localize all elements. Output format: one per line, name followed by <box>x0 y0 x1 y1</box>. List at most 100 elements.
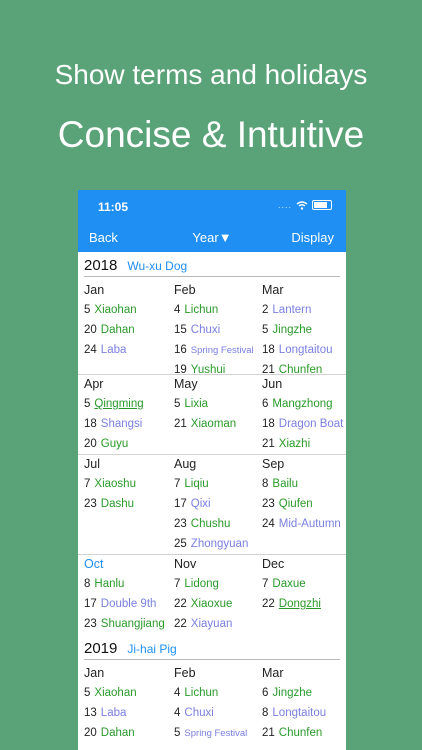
calendar-entry[interactable]: 23 Chushu <box>174 516 264 536</box>
calendar-entry[interactable]: 23 Dashu <box>84 496 174 516</box>
calendar-entry[interactable]: 15 Chuxi <box>174 322 264 342</box>
holiday-label: Zhongyuan <box>190 538 249 550</box>
calendar-entry[interactable]: 21 Xiazhi <box>262 436 346 456</box>
entry-day: 5 <box>84 304 91 316</box>
calendar-entry[interactable]: 4 Lichun <box>174 685 264 705</box>
calendar-entry[interactable]: 8 Hanlu <box>84 576 174 596</box>
calendar-entry[interactable]: 18 Dragon Boat <box>262 416 346 436</box>
entry-day: 8 <box>262 707 269 719</box>
hero-title-concise: Concise & Intuitive <box>57 114 365 155</box>
calendar-entry[interactable]: 6 Mangzhong <box>262 396 346 416</box>
ganzhi-zodiac-label: Wu-xu Dog <box>127 259 188 273</box>
calendar-entry[interactable]: 8 Longtaitou <box>262 705 346 725</box>
calendar-entry[interactable]: 5 Lixia <box>174 396 264 416</box>
entry-day: 15 <box>174 324 187 336</box>
entry-day: 20 <box>84 438 97 450</box>
solar-term-label: Jingzhe <box>272 324 313 336</box>
calendar-entry[interactable]: 18 Longtaitou <box>262 342 346 362</box>
calendar-entry[interactable]: 24 Laba <box>84 342 174 362</box>
year-header[interactable]: 2019 Ji-hai Pig <box>84 640 177 660</box>
calendar-entry[interactable]: 20 Guyu <box>84 436 174 456</box>
month-name: Jan <box>84 666 105 680</box>
calendar-entry[interactable]: 7 Daxue <box>262 576 346 596</box>
calendar-entry[interactable]: 5 Xiaohan <box>84 302 174 322</box>
calendar-entry[interactable]: 8 Bailu <box>262 476 346 496</box>
calendar-entry[interactable]: 22 Dongzhi <box>262 596 346 616</box>
entry-day: 17 <box>174 498 187 510</box>
calendar-entry[interactable]: 5 Xiaohan <box>84 685 174 705</box>
calendar-entry[interactable]: 23 Qiufen <box>262 496 346 516</box>
entry-day: 20 <box>84 727 97 739</box>
calendar-entry[interactable]: 16 Spring Festival <box>174 342 264 362</box>
solar-term-label: Mangzhong <box>272 398 333 410</box>
calendar-entry[interactable]: 20 Dahan <box>84 725 174 745</box>
entry-day: 22 <box>174 618 187 630</box>
month-name: Feb <box>174 666 196 680</box>
solar-term-label: Xiaoxue <box>190 598 233 610</box>
entry-day: 6 <box>262 687 269 699</box>
signal-icon: .... <box>277 200 292 210</box>
month-block-jul: Jul 7 Xiaoshu 23 Dashu <box>84 456 174 516</box>
solar-term-label: Qiufen <box>278 498 313 510</box>
holiday-label: Qixi <box>190 498 211 510</box>
calendar-entry[interactable]: 4 Chuxi <box>174 705 264 725</box>
entry-day: 7 <box>174 578 181 590</box>
holiday-label: Longtaitou <box>272 707 327 719</box>
calendar-entry[interactable]: 7 Lidong <box>174 576 264 596</box>
calendar-entry[interactable]: 5 Jingzhe <box>262 322 346 342</box>
calendar-entry[interactable]: 23 Shuangjiang <box>84 616 174 636</box>
calendar-entry[interactable]: 5 Qingming <box>84 396 174 416</box>
solar-term-label: Xiaohan <box>94 304 137 316</box>
calendar-entry[interactable]: 7 Liqiu <box>174 476 264 496</box>
month-block-nov: Nov 7 Lidong 22 Xiaoxue 22 Xiayuan <box>174 556 264 636</box>
calendar-entry[interactable]: 7 Xiaoshu <box>84 476 174 496</box>
month-name: Feb <box>174 283 196 297</box>
calendar-entry[interactable]: 5 Spring Festival <box>174 725 264 745</box>
calendar-entry[interactable]: 4 Lichun <box>174 302 264 322</box>
entry-day: 7 <box>262 578 269 590</box>
entry-day: 5 <box>84 398 91 410</box>
entry-day: 23 <box>262 498 275 510</box>
holiday-label: Longtaitou <box>278 344 333 356</box>
phone-screen: 11:05 .... Back Year▼ Display 2018 Wu-xu … <box>78 190 346 750</box>
calendar-entry[interactable]: 13 Laba <box>84 705 174 725</box>
calendar-entry[interactable]: 6 Jingzhe <box>262 685 346 705</box>
calendar-entry[interactable]: 25 Zhongyuan <box>174 536 264 556</box>
calendar-entry[interactable]: 18 Shangsi <box>84 416 174 436</box>
wifi-icon <box>296 200 308 210</box>
solar-term-label: Chunfen <box>278 727 323 739</box>
entry-day: 4 <box>174 707 181 719</box>
solar-term-label: Bailu <box>272 478 298 490</box>
solar-term-label: Xiazhi <box>278 438 311 450</box>
solar-term-label: Qingming <box>94 398 144 410</box>
month-block-sep: Sep 8 Bailu 23 Qiufen 24 Mid-Autumn <box>262 456 346 536</box>
calendar-entry[interactable]: 21 Xiaoman <box>174 416 264 436</box>
calendar-entry[interactable]: 24 Mid-Autumn <box>262 516 346 536</box>
entry-day: 18 <box>262 418 275 430</box>
calendar-entry[interactable]: 2 Lantern <box>262 302 346 322</box>
month-block-dec: Dec 7 Daxue 22 Dongzhi <box>262 556 346 616</box>
entry-day: 18 <box>84 418 97 430</box>
holiday-label: Dragon Boat <box>278 418 344 430</box>
display-button[interactable]: Display <box>291 230 334 245</box>
entry-day: 7 <box>174 478 181 490</box>
entry-day: 24 <box>84 344 97 356</box>
entry-day: 18 <box>262 344 275 356</box>
entry-day: 21 <box>174 418 187 430</box>
calendar-entry[interactable]: 22 Xiaoxue <box>174 596 264 616</box>
calendar-entry[interactable]: 17 Double 9th <box>84 596 174 616</box>
solar-term-label: Jingzhe <box>272 687 313 699</box>
entry-day: 21 <box>262 438 275 450</box>
status-icons: .... <box>278 200 332 210</box>
calendar-entry[interactable]: 21 Chunfen <box>262 725 346 745</box>
year-number: 2019 <box>84 640 118 657</box>
solar-term-label: Shuangjiang <box>100 618 165 630</box>
holiday-label: Spring Festival <box>190 345 254 356</box>
year-header[interactable]: 2018 Wu-xu Dog <box>84 257 187 277</box>
month-name: Jan <box>84 283 105 297</box>
month-name: Oct <box>84 557 104 571</box>
calendar-entry[interactable]: 17 Qixi <box>174 496 264 516</box>
entry-day: 5 <box>84 687 91 699</box>
calendar-entry[interactable]: 20 Dahan <box>84 322 174 342</box>
calendar-entry[interactable]: 22 Xiayuan <box>174 616 264 636</box>
